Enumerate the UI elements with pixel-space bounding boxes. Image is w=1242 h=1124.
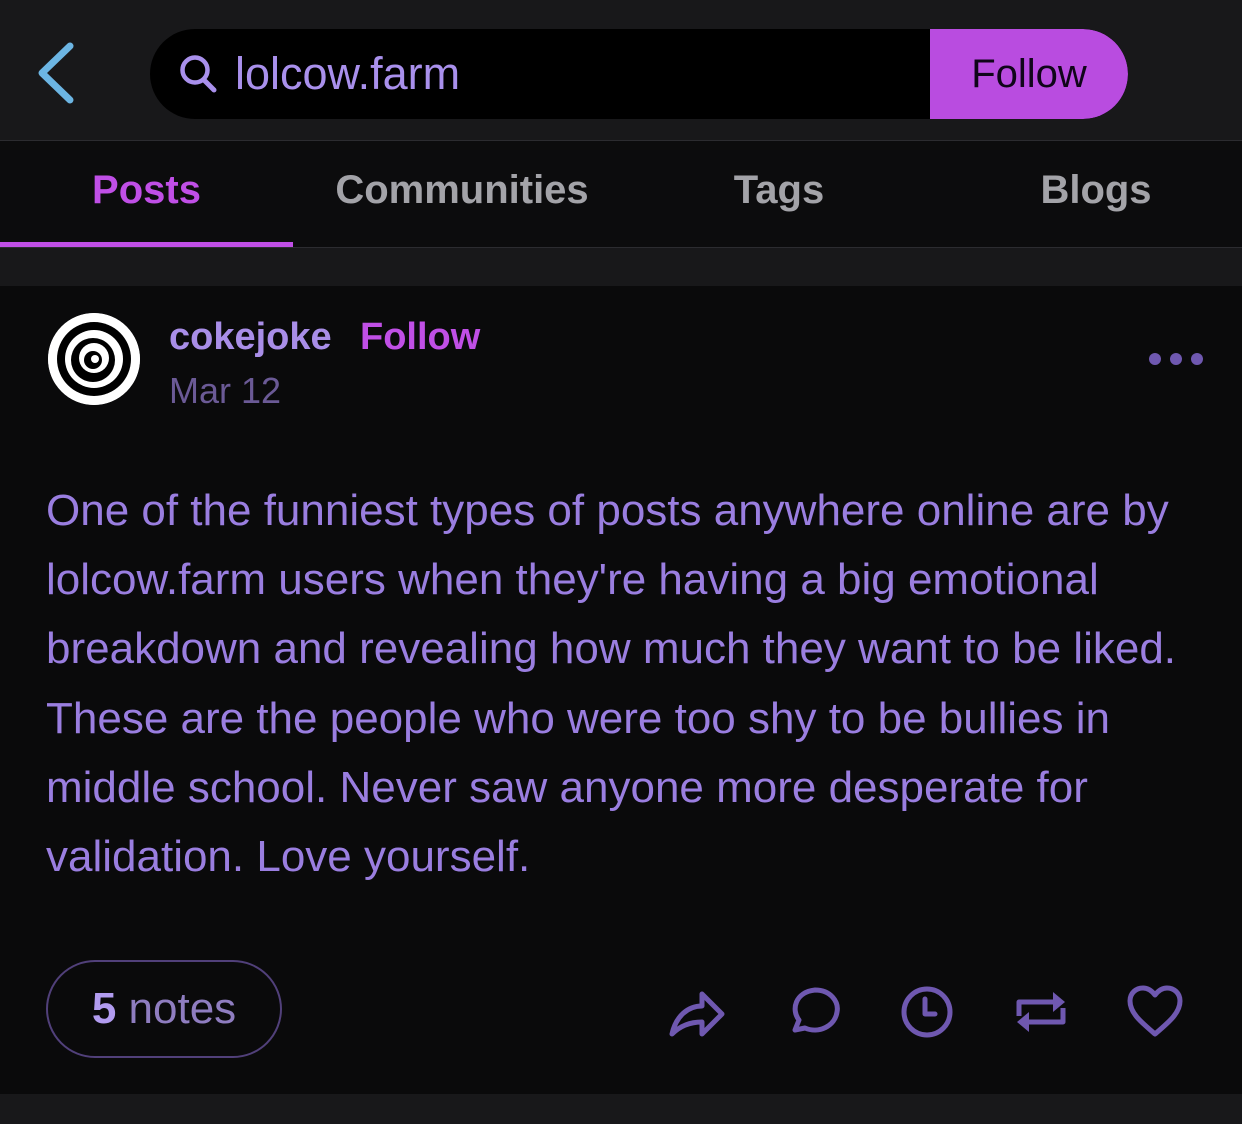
tab-posts[interactable]: Posts [0,141,293,247]
back-chevron-icon[interactable] [32,40,82,110]
notes-button[interactable]: 5 notes [46,960,282,1058]
search-query-text[interactable]: lolcow.farm [235,49,460,99]
search-bar[interactable]: lolcow.farm Follow [150,29,1128,119]
active-tab-underline [0,242,293,247]
tab-communities[interactable]: Communities [293,141,631,247]
share-icon[interactable] [666,982,726,1042]
post-card: cokejoke Follow Mar 12 One of the funnie… [0,286,1242,1094]
spiral-avatar[interactable] [48,313,140,405]
separator [0,248,1242,286]
post-body-text: One of the funniest types of posts anywh… [46,486,1177,882]
heart-icon[interactable] [1125,982,1185,1042]
notes-label: notes [128,984,237,1033]
more-options-icon[interactable] [1148,352,1206,371]
clock-icon[interactable] [897,982,957,1042]
top-bar: lolcow.farm Follow [0,0,1242,141]
tab-blogs[interactable]: Blogs [927,141,1242,247]
post-date: Mar 12 [169,370,282,411]
tab-tags[interactable]: Tags [631,141,927,247]
separator-bottom [0,1094,1242,1124]
notes-count: 5 [91,984,117,1033]
reblog-icon[interactable] [1011,982,1071,1042]
follow-search-button[interactable]: Follow [930,29,1128,119]
post-author-name[interactable]: cokejoke [169,316,332,359]
reply-icon[interactable] [783,982,843,1042]
tab-bar: Posts Communities Tags Blogs [0,141,1242,248]
search-icon [178,53,218,100]
follow-author-button[interactable]: Follow [360,316,480,359]
